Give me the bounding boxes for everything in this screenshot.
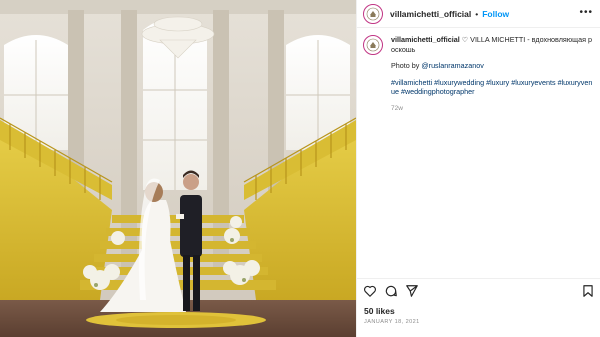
villa-logo-icon xyxy=(366,38,380,52)
post-date: JANUARY 18, 2021 xyxy=(364,319,420,325)
caption-block: villamichetti_official ♡ VILLA MICHETTI … xyxy=(363,35,595,114)
heart-icon[interactable] xyxy=(363,284,377,298)
photographer-link[interactable]: @ruslanramazanov xyxy=(421,61,483,70)
villa-logo-icon xyxy=(366,7,380,20)
more-options-icon[interactable]: ••• xyxy=(579,7,593,18)
caption-body: villamichetti_official ♡ VILLA MICHETTI … xyxy=(391,35,594,114)
caption-avatar[interactable] xyxy=(363,35,383,55)
likes-count[interactable]: 50 likes xyxy=(364,306,395,316)
hashtags[interactable]: #villamichetti #luxurywedding #luxury #l… xyxy=(391,78,594,97)
post-side-panel: villamichetti_official • Follow ••• vill… xyxy=(356,0,600,337)
paper-plane-icon[interactable] xyxy=(405,284,419,298)
username[interactable]: villamichetti_official xyxy=(390,9,471,19)
post-photo[interactable] xyxy=(0,0,356,337)
action-bar: 50 likes JANUARY 18, 2021 xyxy=(357,278,600,337)
photo-credit-prefix: Photo by xyxy=(391,61,422,71)
time-ago: 72w xyxy=(391,104,403,112)
caption-username[interactable]: villamichetti_official xyxy=(391,35,460,44)
bookmark-icon[interactable] xyxy=(581,284,595,298)
follow-button[interactable]: Follow xyxy=(482,9,509,19)
comment-icon[interactable] xyxy=(384,284,398,298)
profile-avatar[interactable] xyxy=(363,3,383,24)
separator-dot: • xyxy=(475,8,479,19)
wedding-couple-photo xyxy=(0,0,356,337)
post-header: villamichetti_official • Follow ••• xyxy=(357,0,600,28)
